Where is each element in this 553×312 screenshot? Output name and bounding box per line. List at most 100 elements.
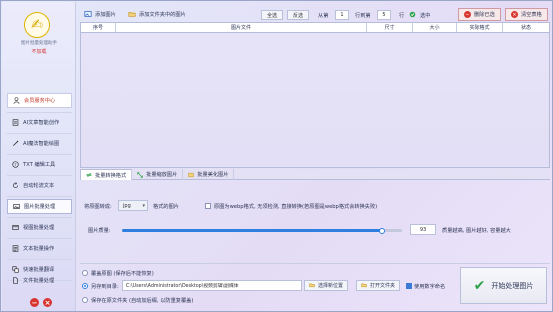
webp-direct-label: 原图为webp格式, 无须检测, 直接转换(若原图是webp格式会转换失败): [214, 204, 378, 210]
sidebar-item-label: 文件批量处理: [23, 278, 55, 284]
divider: [7, 238, 72, 239]
top-toolbar: 添加图片 添加文件夹中的图片 全选 反选 从第 1 行到第 5 行 选中 − 删…: [80, 5, 550, 21]
check-selected-button[interactable]: 选中: [407, 9, 432, 21]
svg-text:T: T: [13, 163, 17, 167]
save-to-radio[interactable]: [82, 283, 88, 289]
column-header-index[interactable]: 序号: [81, 23, 116, 32]
sidebar-item-text-batch[interactable]: 文本批量操作: [7, 241, 72, 256]
divider: [7, 133, 72, 134]
sidebar-item-label: TXT 编辑工具: [23, 162, 56, 168]
divider: [7, 112, 72, 113]
tab-beautify[interactable]: 批量美化图片: [183, 169, 235, 180]
sidebar-item-auto-rotate[interactable]: 自动轮流文本: [7, 178, 72, 193]
format-select-value: jpg: [123, 202, 131, 209]
sidebar-item-txt-editor[interactable]: T TXT 编辑工具: [7, 157, 72, 172]
column-header-format[interactable]: 实际格式: [457, 23, 503, 32]
tab-convert-format[interactable]: 批量转换格式: [80, 169, 133, 180]
quality-label: 图片质量:: [88, 228, 111, 234]
user-icon: [12, 97, 20, 105]
tab-label: 批量缩放图片: [146, 172, 178, 178]
quality-slider-thumb[interactable]: [379, 227, 385, 234]
sidebar-bottom-buttons: − ×: [30, 298, 52, 307]
add-folder-label: 添加文件夹中的图片: [139, 11, 186, 18]
image-file-table[interactable]: 序号 图片文件 尺寸 大小 实际格式 状态: [80, 22, 550, 168]
sidebar-item-ai-draw[interactable]: AI魔法智能绘图: [7, 136, 72, 151]
view-icon: [11, 224, 19, 232]
divider: [7, 217, 72, 218]
sidebar-item-label: 视图批量处理: [23, 225, 55, 231]
ai-doc-icon: [11, 119, 19, 127]
open-folder-button[interactable]: 打开文件夹: [356, 280, 401, 291]
app-name: 图片批量处理助手: [21, 41, 57, 46]
column-header-size[interactable]: 尺寸: [367, 23, 413, 32]
folder-open-icon: [309, 282, 315, 290]
add-images-button[interactable]: 添加图片: [82, 8, 118, 20]
sidebar-item-ai-article[interactable]: AI文章智能创作: [7, 115, 72, 130]
text-icon: [11, 245, 19, 253]
clear-table-label: 清空表格: [521, 12, 542, 18]
txt-icon: T: [11, 161, 19, 169]
divider: [7, 259, 72, 260]
to-row-input[interactable]: 5: [377, 10, 391, 20]
column-header-status[interactable]: 状态: [503, 23, 549, 32]
minus-icon[interactable]: −: [30, 298, 39, 307]
sidebar-item-label: 自动轮流文本: [23, 183, 55, 189]
quality-slider-fill: [122, 229, 382, 232]
choose-location-button[interactable]: 选择新位置: [304, 280, 349, 291]
sidebar-item-label: 会员服务中心: [24, 98, 56, 104]
tab-resize[interactable]: 批量缩放图片: [132, 169, 184, 180]
numeric-naming-label: 使用数字命名: [414, 284, 446, 290]
quality-value-input[interactable]: 93: [410, 224, 436, 235]
row-to-label: 行到第: [355, 13, 371, 19]
webp-direct-checkbox[interactable]: [205, 203, 211, 209]
overwrite-radio[interactable]: [82, 270, 88, 276]
sidebar-item-label: 文本批量操作: [23, 246, 55, 252]
from-row-input[interactable]: 1: [335, 10, 349, 20]
quality-hint-label: 质量越高, 图片越好, 容量越大: [442, 228, 511, 234]
sidebar-item-file-batch[interactable]: 文件批量处理: [7, 273, 72, 288]
app-window: ✍ 图片批量处理助手 不加载 会员服务中心 AI文章智能创作 AI魔法智能绘图: [0, 0, 553, 312]
divider: [7, 154, 72, 155]
folder-icon: [128, 10, 136, 18]
registration-status[interactable]: 不加载: [2, 48, 76, 55]
column-header-file[interactable]: 图片文件: [116, 23, 367, 32]
sidebar-item-view-batch[interactable]: 视图批量处理: [7, 220, 72, 235]
close-icon[interactable]: ×: [43, 298, 52, 307]
image-icon: [12, 203, 20, 211]
sidebar-item-image-batch[interactable]: 图片批量处理: [7, 199, 72, 214]
overwrite-label: 覆盖原图 (保存后不能恢复): [91, 271, 154, 277]
start-processing-button[interactable]: ✔ 开始处理图片: [460, 267, 547, 304]
sidebar: ✍ 图片批量处理助手 不加载 会员服务中心 AI文章智能创作 AI魔法智能绘图: [2, 2, 76, 311]
sidebar-item-label: AI魔法智能绘图: [23, 141, 60, 147]
sidebar-item-label: 快速批量翻译: [23, 267, 55, 273]
add-folder-button[interactable]: 添加文件夹中的图片: [126, 8, 188, 20]
convert-icon: [86, 172, 92, 178]
beautify-icon: [188, 172, 194, 178]
delete-selected-button[interactable]: − 删除已选: [458, 8, 501, 21]
invert-select-button[interactable]: 反选: [287, 10, 310, 20]
clear-icon: ×: [511, 11, 518, 18]
clear-table-button[interactable]: × 清空表格: [505, 8, 548, 21]
select-all-button[interactable]: 全选: [261, 10, 284, 20]
open-folder-label: 打开文件夹: [370, 283, 396, 289]
delete-icon: −: [464, 11, 471, 18]
sidebar-item-member-center[interactable]: 会员服务中心: [7, 93, 72, 108]
save-path-input[interactable]: C:\Users\Administrator\Desktop\视频剪辑\副媒体: [122, 280, 302, 291]
tab-bar: 批量转换格式 批量缩放图片 批量美化图片: [80, 169, 550, 180]
from-label: 从第: [318, 13, 329, 19]
convert-options-panel: 将原图转成: jpg ▾ 格式的图片 原图为webp格式, 无须检测, 直接转换…: [80, 181, 550, 263]
sidebar-item-label: AI文章智能创作: [23, 120, 60, 126]
add-image-icon: [84, 10, 92, 18]
file-icon: [11, 277, 19, 285]
rotate-icon: [11, 182, 19, 190]
tab-label: 批量转换格式: [95, 172, 127, 179]
column-header-filesize[interactable]: 大小: [413, 23, 457, 32]
sidebar-item-label: 图片批量处理: [24, 204, 56, 210]
divider: [7, 175, 72, 176]
numeric-naming-checkbox[interactable]: [406, 283, 412, 289]
table-header: 序号 图片文件 尺寸 大小 实际格式 状态: [81, 23, 549, 33]
check-circle-icon: [409, 11, 417, 19]
ai-draw-icon: [11, 140, 19, 148]
format-select[interactable]: jpg ▾: [118, 200, 148, 211]
save-original-folder-radio[interactable]: [82, 297, 88, 303]
